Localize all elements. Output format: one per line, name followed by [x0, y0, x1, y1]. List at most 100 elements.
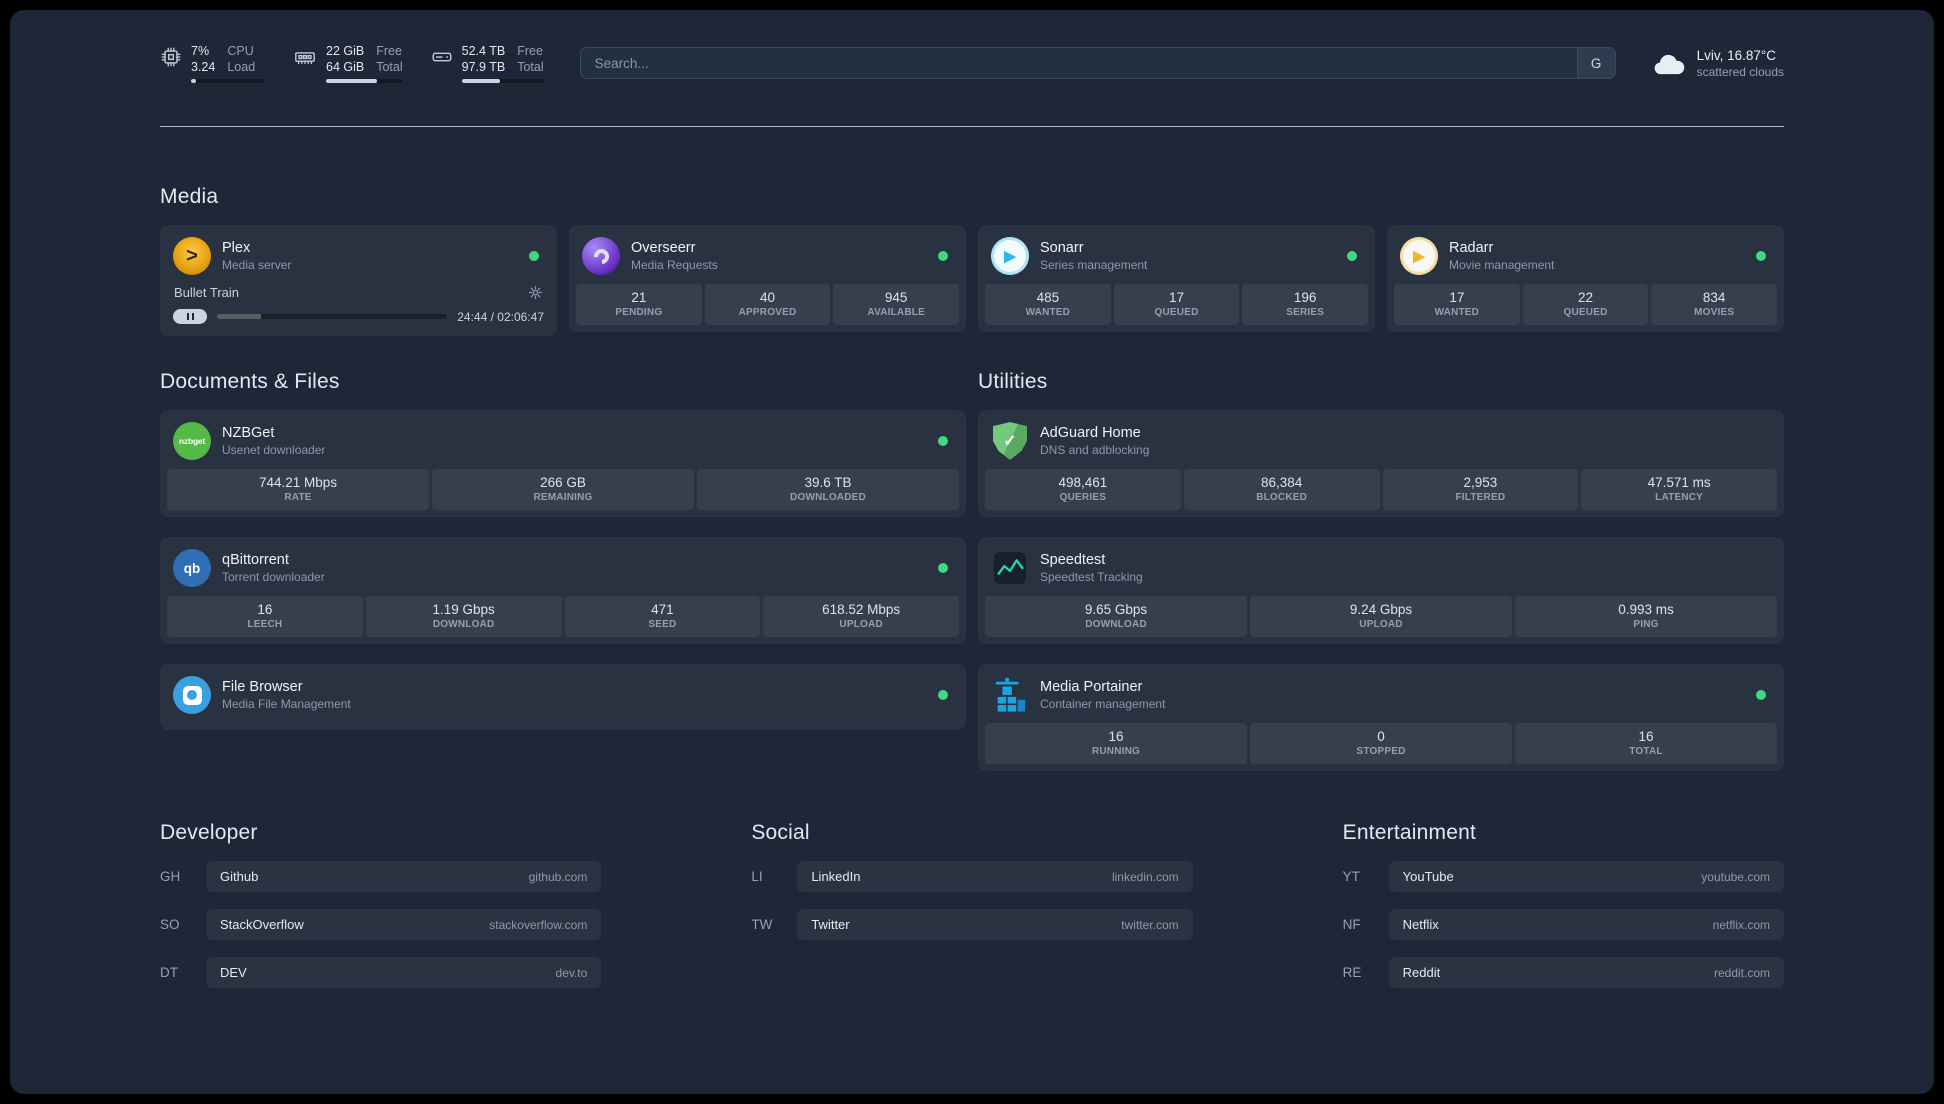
section-media: Media > Plex Media server Bullet Train 2… [160, 185, 1784, 336]
memory-progress-fill [326, 79, 377, 84]
service-link[interactable]: ▶ Radarr Movie management [1394, 232, 1777, 284]
bookmark-link[interactable]: DEV dev.to [206, 957, 602, 988]
search-provider-button[interactable]: G [1576, 48, 1615, 78]
pause-icon [186, 313, 189, 320]
stat-value: 2,953 [1463, 475, 1498, 490]
bookmark-link[interactable]: Netflix netflix.com [1388, 909, 1784, 940]
service-link[interactable]: ▶ Sonarr Series management [985, 232, 1368, 284]
service-name: File Browser [222, 679, 303, 695]
utilities-cards-stack: ✓ AdGuard Home DNS and adblocking 498,46… [978, 410, 1784, 771]
service-text: Radarr Movie management [1449, 240, 1745, 272]
service-link[interactable]: ✓ AdGuard Home DNS and adblocking [985, 417, 1777, 469]
service-text: Speedtest Speedtest Tracking [1040, 552, 1771, 584]
bookmark-abbr: LI [751, 869, 763, 884]
bookmark-abbr: GH [160, 869, 181, 884]
stat-block: 21 PENDING [576, 284, 702, 325]
playback-progress-fill [217, 314, 261, 319]
bookmark-link[interactable]: Twitter twitter.com [797, 909, 1193, 940]
stat-value: 47.571 ms [1647, 475, 1711, 490]
stat-label: WANTED [1434, 307, 1480, 318]
service-text: NZBGet Usenet downloader [222, 425, 927, 457]
stat-block: 945 AVAILABLE [833, 284, 960, 325]
bookmark-group-title: Social [751, 821, 810, 844]
disk-progressbar [461, 79, 544, 84]
service-stats: 485 WANTED 17 QUEUED 196 SERIES [985, 284, 1369, 325]
bookmark-link[interactable]: Github github.com [206, 861, 602, 892]
filebrowser-logo [173, 676, 211, 714]
bookmark-link[interactable]: LinkedIn linkedin.com [797, 861, 1193, 892]
bookmark-group-title: Entertainment [1342, 821, 1476, 844]
filebrowser-icon [173, 676, 211, 714]
service-link[interactable]: qb qBittorrent Torrent downloader [167, 544, 959, 596]
pause-button[interactable] [173, 309, 207, 324]
memory-progressbar [326, 79, 403, 84]
memory-widget: 22 GiB 64 GiB Free Total [293, 43, 403, 84]
stat-value: 485 [1036, 290, 1060, 305]
stat-label: DOWNLOAD [432, 619, 495, 630]
service-text: Media Portainer Container management [1040, 679, 1745, 711]
service-link[interactable]: File Browser Media File Management [167, 671, 959, 723]
section-title-utilities: Utilities [978, 370, 1048, 393]
bookmark-list: YT YouTube youtube.com NF Netflix netfli… [1343, 861, 1784, 988]
stat-label: QUERIES [1059, 492, 1107, 503]
bookmark-link[interactable]: Reddit reddit.com [1388, 957, 1784, 988]
stat-value: 834 [1702, 290, 1726, 305]
bookmark-name: DEV [220, 965, 247, 980]
bookmark-name: YouTube [1402, 869, 1454, 884]
service-card: ▶ Radarr Movie management 17 WANTED 22 Q… [1387, 225, 1784, 332]
nzbget-logo: nzbget [173, 422, 211, 460]
stat-value: 471 [651, 602, 674, 617]
bookmark-link[interactable]: YouTube youtube.com [1388, 861, 1784, 892]
status-dot [938, 563, 948, 573]
service-link[interactable]: > Plex Media server [167, 232, 550, 284]
stat-label: DOWNLOADED [790, 492, 866, 503]
stat-value: 0 [1377, 729, 1385, 744]
section-documents: Documents & Files nzbget NZBGet Usenet d… [160, 370, 966, 730]
service-link[interactable]: nzbget NZBGet Usenet downloader [167, 417, 959, 469]
stat-block: 9.65 Gbps DOWNLOAD [985, 596, 1247, 637]
service-stats: 9.65 Gbps DOWNLOAD 9.24 Gbps UPLOAD 0.99… [985, 596, 1777, 637]
service-description: Movie management [1449, 258, 1555, 272]
cloud-icon [1652, 50, 1686, 77]
service-link[interactable]: Overseerr Media Requests [576, 232, 959, 284]
stat-label: QUEUED [1154, 307, 1199, 318]
service-stats: 16 RUNNING 0 STOPPED 16 TOTAL [985, 723, 1777, 764]
gear-icon[interactable] [528, 285, 543, 300]
stat-label: MOVIES [1694, 307, 1735, 318]
service-card: ✓ AdGuard Home DNS and adblocking 498,46… [978, 410, 1784, 517]
portainer-logo [995, 677, 1026, 712]
bookmark-url: netflix.com [1712, 917, 1770, 932]
service-card: ▶ Sonarr Series management 485 WANTED 17… [978, 225, 1375, 332]
speedtest-icon [991, 549, 1029, 587]
service-description: Media server [222, 258, 292, 272]
topbar-divider [160, 126, 1784, 127]
disk-icon [431, 46, 453, 68]
service-card: Overseerr Media Requests 21 PENDING 40 A… [569, 225, 966, 332]
search-input[interactable] [580, 48, 1577, 78]
status-dot [938, 690, 948, 700]
bookmark-group: Entertainment YT YouTube youtube.com NF … [1343, 821, 1784, 1005]
two-column-area: Documents & Files nzbget NZBGet Usenet d… [160, 370, 1784, 771]
service-link[interactable]: Media Portainer Container management [985, 671, 1777, 723]
service-link[interactable]: Speedtest Speedtest Tracking [985, 544, 1777, 596]
overseerr-swirl [590, 245, 612, 267]
stat-block: 22 QUEUED [1522, 284, 1649, 325]
service-card: Speedtest Speedtest Tracking 9.65 Gbps D… [978, 537, 1784, 644]
bookmark-abbr: DT [160, 965, 178, 980]
qbittorrent-icon: qb [173, 549, 211, 587]
bookmark-name: Reddit [1402, 965, 1441, 980]
stat-block: 1.19 Gbps DOWNLOAD [365, 596, 562, 637]
service-name: NZBGet [222, 425, 275, 441]
disk-progress-fill [461, 79, 501, 84]
sonarr-icon: ▶ [991, 237, 1029, 275]
bookmark-link[interactable]: StackOverflow stackoverflow.com [206, 909, 602, 940]
service-description: Series management [1040, 258, 1148, 272]
stat-label: APPROVED [738, 307, 797, 318]
service-text: Plex Media server [222, 240, 518, 272]
stat-value: 9.24 Gbps [1349, 602, 1413, 617]
stat-value: 17 [1449, 290, 1465, 305]
plex-logo: > [173, 237, 211, 275]
stat-label: WANTED [1025, 307, 1071, 318]
memory-widget-body: 22 GiB 64 GiB Free Total [326, 43, 403, 84]
stat-label: BLOCKED [1256, 492, 1308, 503]
